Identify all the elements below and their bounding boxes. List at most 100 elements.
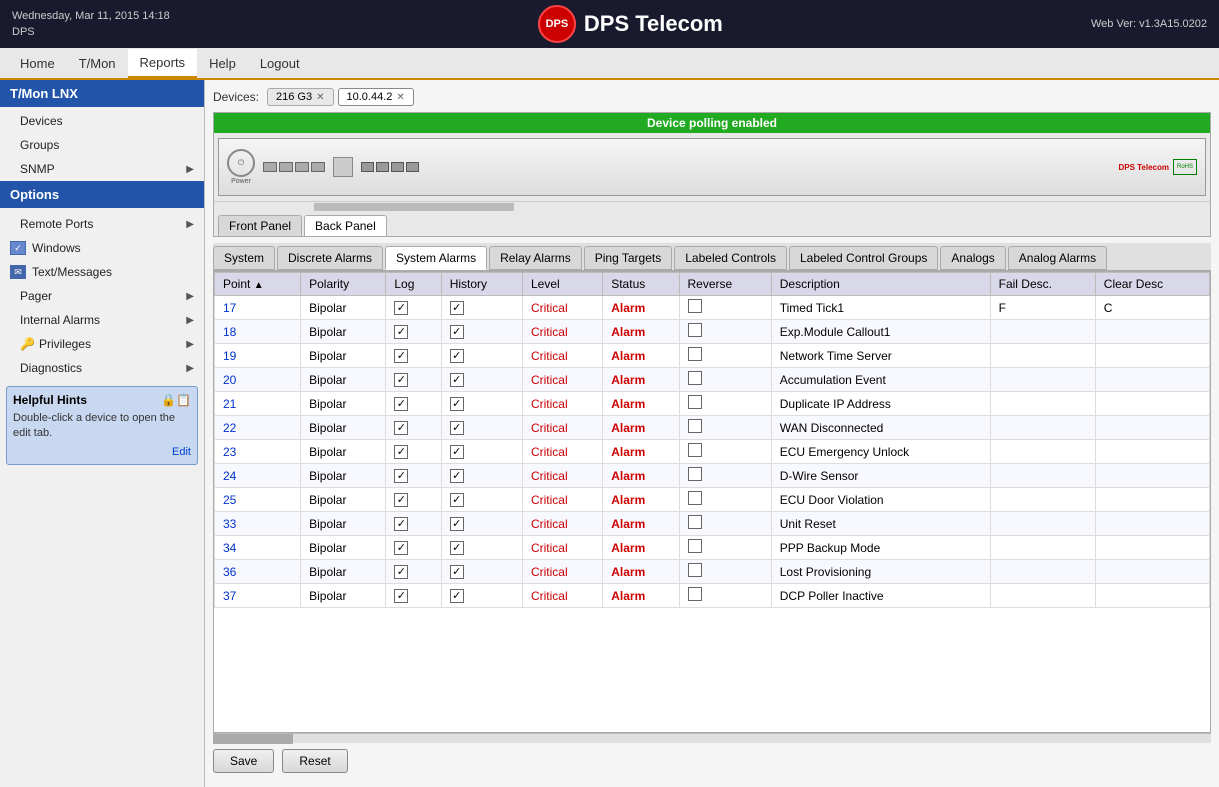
- checkbox-icon[interactable]: ✓: [394, 589, 408, 603]
- sidebar-item-text-messages[interactable]: ✉ Text/Messages: [0, 260, 204, 284]
- device-tab-10044[interactable]: 10.0.44.2 ✕: [338, 88, 414, 106]
- sidebar-item-remote-ports[interactable]: Remote Ports ▶: [0, 212, 204, 236]
- checkbox-icon[interactable]: ✓: [450, 469, 464, 483]
- table-row[interactable]: 22Bipolar✓✓CriticalAlarmWAN Disconnected: [215, 416, 1210, 440]
- checkbox-icon[interactable]: [688, 467, 702, 481]
- checkbox-icon[interactable]: ✓: [450, 325, 464, 339]
- sidebar-item-pager[interactable]: Pager ▶: [0, 284, 204, 308]
- panel-tab-back[interactable]: Back Panel: [304, 215, 387, 236]
- checkbox-icon[interactable]: ✓: [450, 589, 464, 603]
- sidebar-item-snmp[interactable]: SNMP ▶: [0, 157, 204, 181]
- checkbox-icon[interactable]: ✓: [394, 301, 408, 315]
- checkbox-icon[interactable]: ✓: [450, 493, 464, 507]
- checkbox-icon[interactable]: [688, 299, 702, 313]
- nav-help[interactable]: Help: [197, 50, 248, 77]
- device-tab-216g3[interactable]: 216 G3 ✕: [267, 88, 333, 106]
- table-row[interactable]: 25Bipolar✓✓CriticalAlarmECU Door Violati…: [215, 488, 1210, 512]
- checkbox-icon[interactable]: [688, 347, 702, 361]
- table-hscrollbar[interactable]: [213, 733, 1211, 743]
- tab-relay-alarms[interactable]: Relay Alarms: [489, 246, 582, 270]
- nav-home[interactable]: Home: [8, 50, 67, 77]
- checkbox-icon[interactable]: [688, 491, 702, 505]
- sidebar-item-internal-alarms[interactable]: Internal Alarms ▶: [0, 308, 204, 332]
- table-row[interactable]: 24Bipolar✓✓CriticalAlarmD-Wire Sensor: [215, 464, 1210, 488]
- tab-ping-targets[interactable]: Ping Targets: [584, 246, 673, 270]
- checkbox-icon[interactable]: ✓: [394, 325, 408, 339]
- sidebar-item-privileges[interactable]: 🔑Privileges ▶: [0, 332, 204, 356]
- table-row[interactable]: 33Bipolar✓✓CriticalAlarmUnit Reset: [215, 512, 1210, 536]
- col-header-point[interactable]: Point ▲: [215, 273, 301, 296]
- checkbox-icon[interactable]: ✓: [394, 469, 408, 483]
- device-tab-10044-close-icon[interactable]: ✕: [396, 92, 404, 103]
- checkbox-icon[interactable]: ✓: [450, 301, 464, 315]
- checkbox-icon[interactable]: ✓: [394, 349, 408, 363]
- col-header-reverse[interactable]: Reverse: [679, 273, 771, 296]
- sidebar-item-devices[interactable]: Devices: [0, 109, 204, 133]
- checkbox-icon[interactable]: [688, 395, 702, 409]
- checkbox-icon[interactable]: [688, 515, 702, 529]
- checkbox-icon[interactable]: ✓: [394, 493, 408, 507]
- tab-system[interactable]: System: [213, 246, 275, 270]
- checkbox-icon[interactable]: ✓: [450, 517, 464, 531]
- tab-labeled-control-groups[interactable]: Labeled Control Groups: [789, 246, 938, 270]
- checkbox-icon[interactable]: [688, 443, 702, 457]
- nav-tmon[interactable]: T/Mon: [67, 50, 128, 77]
- panel-tab-front[interactable]: Front Panel: [218, 215, 302, 236]
- sidebar-item-diagnostics[interactable]: Diagnostics ▶: [0, 356, 204, 380]
- table-row[interactable]: 23Bipolar✓✓CriticalAlarmECU Emergency Un…: [215, 440, 1210, 464]
- checkbox-icon[interactable]: [688, 323, 702, 337]
- col-header-clear-desc[interactable]: Clear Desc: [1095, 273, 1209, 296]
- cell-fail-desc: [990, 368, 1095, 392]
- table-row[interactable]: 36Bipolar✓✓CriticalAlarmLost Provisionin…: [215, 560, 1210, 584]
- table-row[interactable]: 34Bipolar✓✓CriticalAlarmPPP Backup Mode: [215, 536, 1210, 560]
- helpful-hints-edit-link[interactable]: Edit: [13, 446, 191, 458]
- col-header-history[interactable]: History: [441, 273, 522, 296]
- sidebar-item-groups[interactable]: Groups: [0, 133, 204, 157]
- tab-discrete-alarms[interactable]: Discrete Alarms: [277, 246, 383, 270]
- nav-reports[interactable]: Reports: [128, 49, 198, 78]
- col-header-description[interactable]: Description: [771, 273, 990, 296]
- checkbox-icon[interactable]: ✓: [450, 373, 464, 387]
- tab-system-alarms[interactable]: System Alarms: [385, 246, 487, 270]
- checkbox-icon[interactable]: ✓: [394, 445, 408, 459]
- col-header-log[interactable]: Log: [386, 273, 441, 296]
- tab-analog-alarms[interactable]: Analog Alarms: [1008, 246, 1107, 270]
- reset-button[interactable]: Reset: [282, 749, 347, 773]
- save-button[interactable]: Save: [213, 749, 274, 773]
- col-header-fail-desc[interactable]: Fail Desc.: [990, 273, 1095, 296]
- checkbox-icon[interactable]: ✓: [450, 541, 464, 555]
- col-header-status[interactable]: Status: [603, 273, 679, 296]
- cell-fail-desc: [990, 464, 1095, 488]
- checkbox-icon[interactable]: ✓: [450, 421, 464, 435]
- checkbox-icon[interactable]: ✓: [394, 373, 408, 387]
- table-row[interactable]: 21Bipolar✓✓CriticalAlarmDuplicate IP Add…: [215, 392, 1210, 416]
- table-row[interactable]: 19Bipolar✓✓CriticalAlarmNetwork Time Ser…: [215, 344, 1210, 368]
- col-header-polarity[interactable]: Polarity: [301, 273, 386, 296]
- checkbox-icon[interactable]: ✓: [450, 445, 464, 459]
- checkbox-icon[interactable]: ✓: [394, 541, 408, 555]
- sidebar-item-windows[interactable]: ✓ Windows: [0, 236, 204, 260]
- checkbox-icon[interactable]: [688, 587, 702, 601]
- checkbox-icon[interactable]: ✓: [450, 349, 464, 363]
- nav-logout[interactable]: Logout: [248, 50, 312, 77]
- col-header-level[interactable]: Level: [522, 273, 602, 296]
- device-tab-216g3-close-icon[interactable]: ✕: [316, 92, 324, 103]
- table-row[interactable]: 17Bipolar✓✓CriticalAlarmTimed Tick1FC: [215, 296, 1210, 320]
- cell-reverse: [679, 560, 771, 584]
- checkbox-icon[interactable]: ✓: [450, 397, 464, 411]
- checkbox-icon[interactable]: [688, 371, 702, 385]
- checkbox-icon[interactable]: [688, 419, 702, 433]
- tab-labeled-controls[interactable]: Labeled Controls: [674, 246, 787, 270]
- device-image-scrollbar[interactable]: [214, 201, 1210, 211]
- checkbox-icon[interactable]: ✓: [394, 397, 408, 411]
- checkbox-icon[interactable]: [688, 539, 702, 553]
- checkbox-icon[interactable]: ✓: [394, 421, 408, 435]
- checkbox-icon[interactable]: [688, 563, 702, 577]
- checkbox-icon[interactable]: ✓: [394, 517, 408, 531]
- table-row[interactable]: 20Bipolar✓✓CriticalAlarmAccumulation Eve…: [215, 368, 1210, 392]
- table-row[interactable]: 37Bipolar✓✓CriticalAlarmDCP Poller Inact…: [215, 584, 1210, 608]
- checkbox-icon[interactable]: ✓: [450, 565, 464, 579]
- table-row[interactable]: 18Bipolar✓✓CriticalAlarmExp.Module Callo…: [215, 320, 1210, 344]
- checkbox-icon[interactable]: ✓: [394, 565, 408, 579]
- tab-analogs[interactable]: Analogs: [940, 246, 1005, 270]
